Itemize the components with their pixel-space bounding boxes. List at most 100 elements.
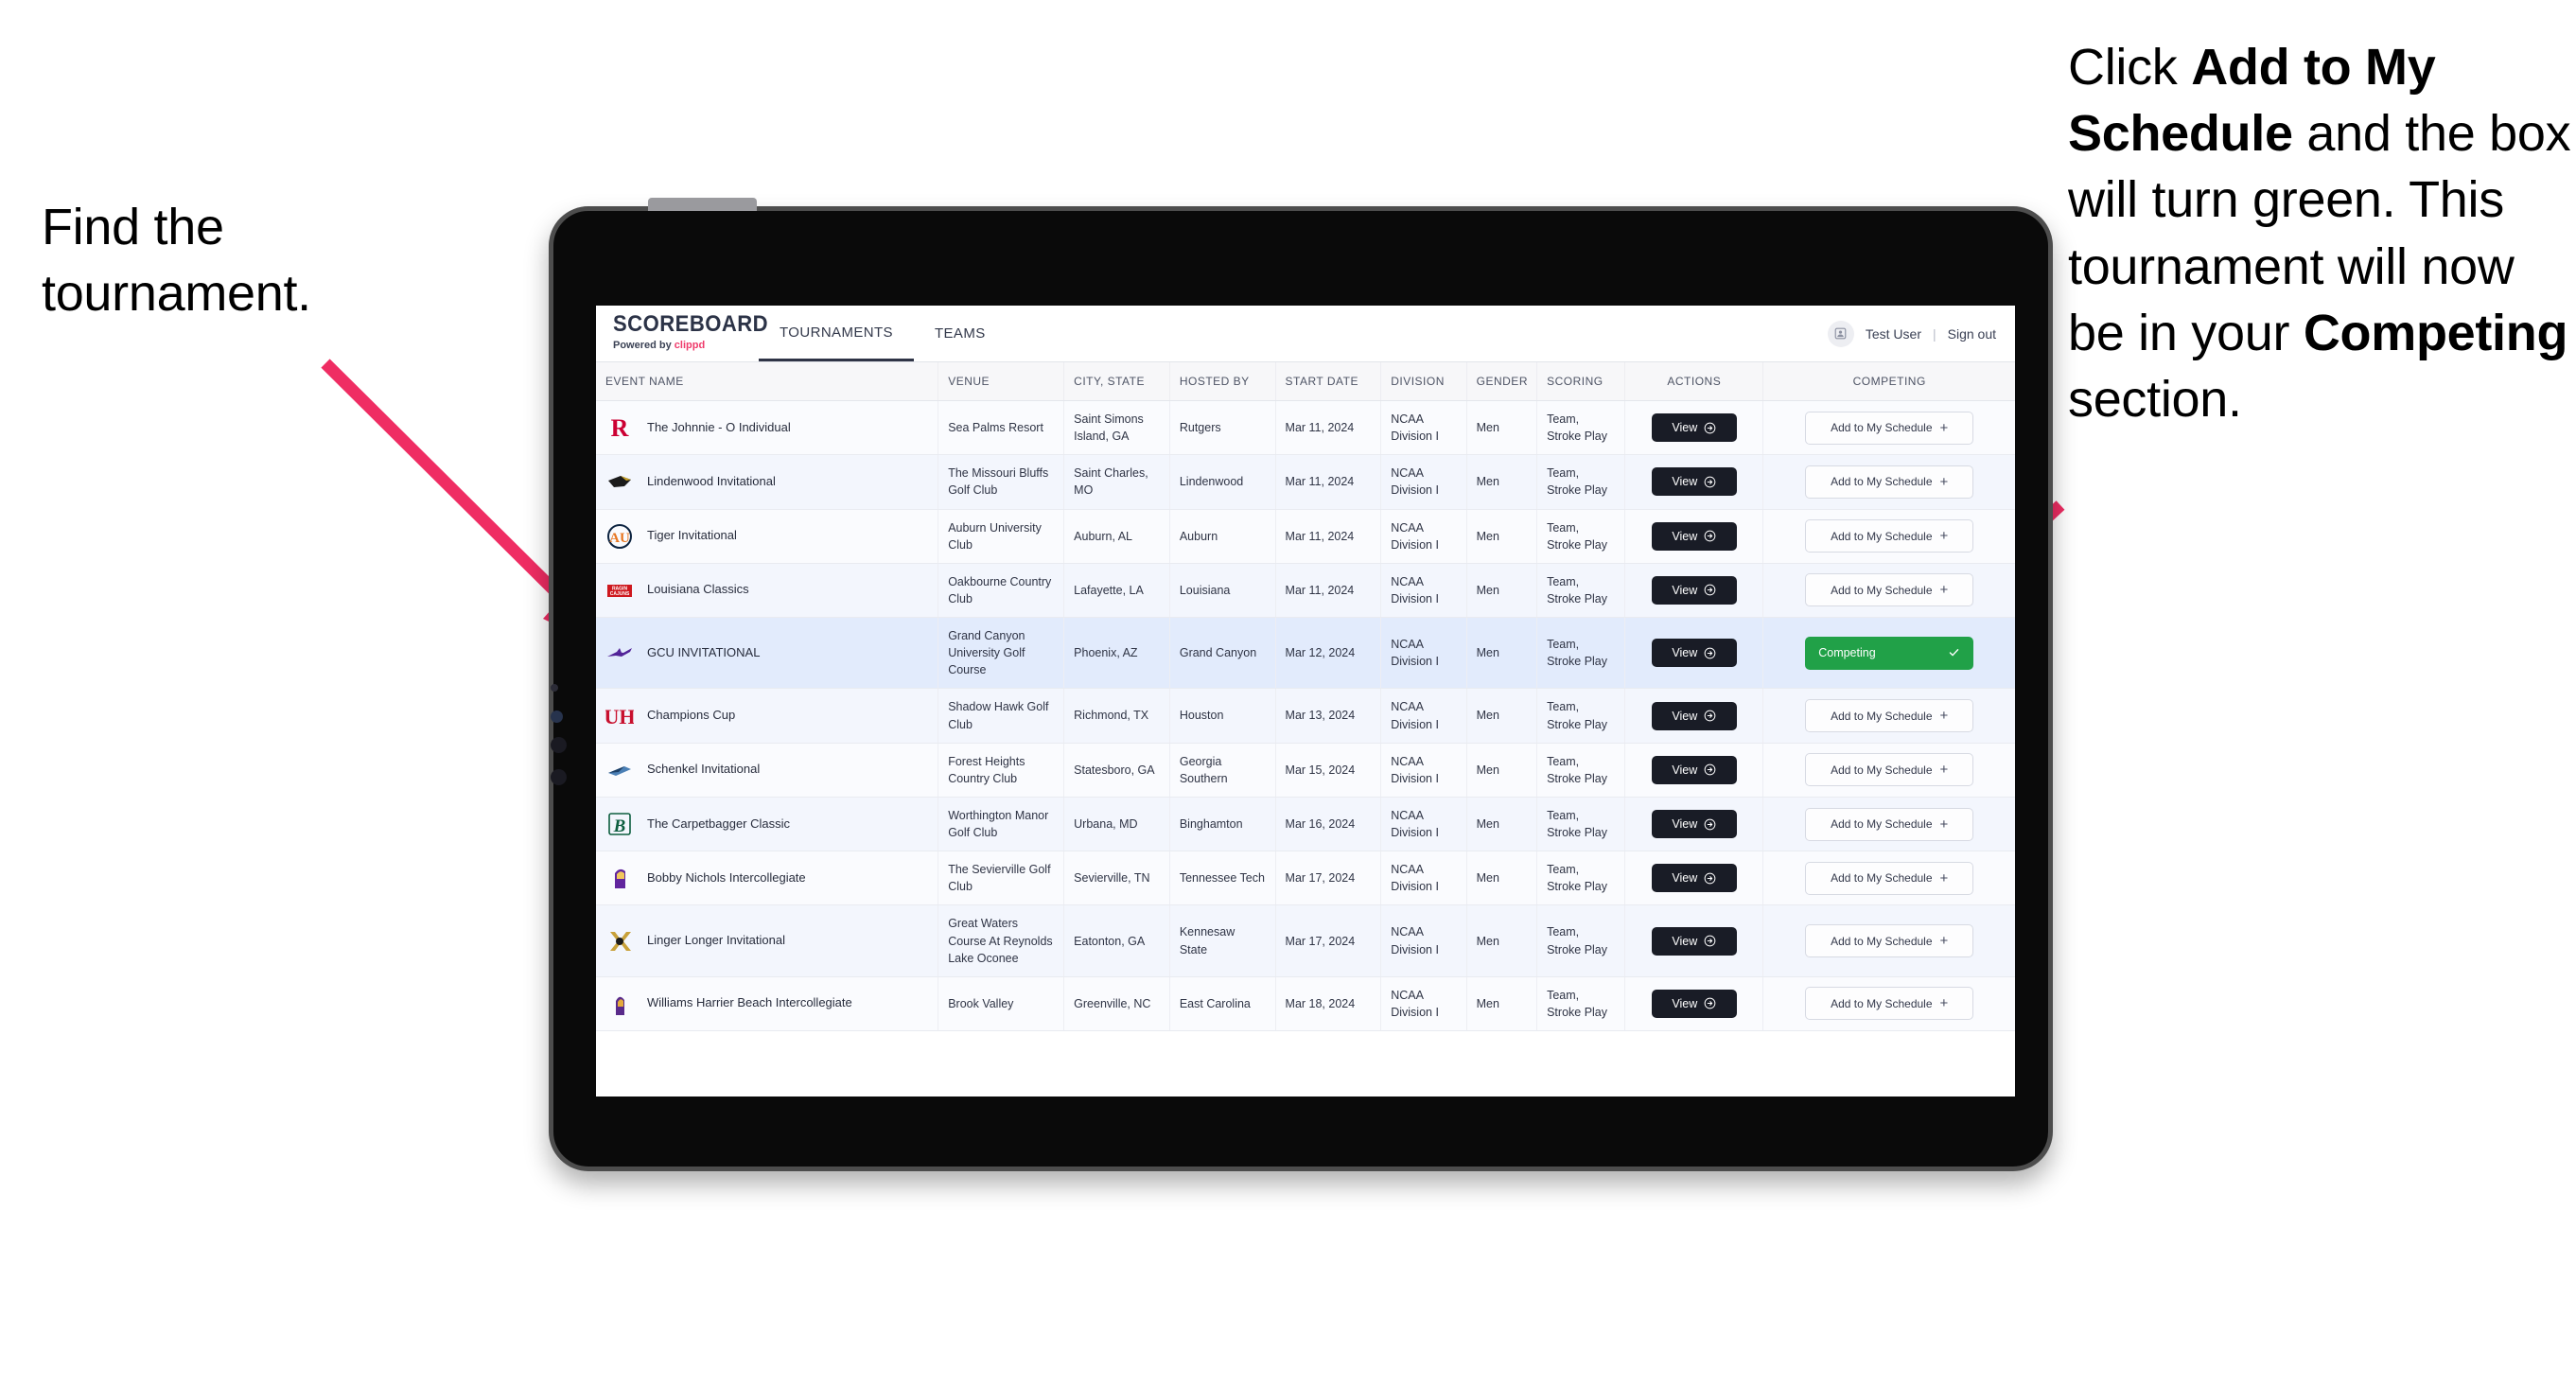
app-screen: SCOREBOARD Powered by clippd TOURNAMENTS… <box>596 306 2015 1097</box>
event-name-text: Tiger Invitational <box>647 528 737 543</box>
cell-city-state: Urbana, MD <box>1063 797 1170 852</box>
table-row[interactable]: RAGIN CAJUNS Louisiana Classics Oakbourne… <box>596 563 2015 619</box>
add-to-my-schedule-label: Add to My Schedule <box>1831 421 1933 435</box>
view-button[interactable]: View <box>1651 521 1737 551</box>
cell-scoring: Team, Stroke Play <box>1536 851 1626 906</box>
brand-logo[interactable]: SCOREBOARD Powered by clippd <box>596 306 768 361</box>
view-button[interactable]: View <box>1651 864 1737 893</box>
cell-gender: Men <box>1466 976 1538 1032</box>
add-to-my-schedule-button[interactable]: Add to My Schedule + <box>1805 861 1974 895</box>
add-to-my-schedule-button[interactable]: Add to My Schedule + <box>1805 519 1974 553</box>
sign-out-link[interactable]: Sign out <box>1948 326 1996 342</box>
view-button[interactable]: View <box>1651 755 1737 784</box>
cell-event-name: Lindenwood Invitational <box>596 454 939 510</box>
cell-venue: Great Waters Course At Reynolds Lake Oco… <box>938 904 1065 977</box>
table-row[interactable]: B The Carpetbagger Classic Worthington M… <box>596 797 2015 852</box>
col-scoring[interactable]: SCORING <box>1536 362 1626 401</box>
tab-teams[interactable]: TEAMS <box>914 306 1007 361</box>
cell-competing: Add to My Schedule + <box>1762 743 2015 798</box>
cell-division: NCAA Division I <box>1380 400 1467 456</box>
add-to-my-schedule-button[interactable]: Add to My Schedule + <box>1805 465 1974 499</box>
competing-button[interactable]: Competing <box>1805 636 1974 670</box>
add-to-my-schedule-button[interactable]: Add to My Schedule + <box>1805 987 1974 1021</box>
add-to-my-schedule-button[interactable]: Add to My Schedule + <box>1805 924 1974 958</box>
cell-venue: The Sevierville Golf Club <box>938 851 1065 906</box>
add-to-my-schedule-label: Add to My Schedule <box>1831 763 1933 777</box>
cell-start-date: Mar 13, 2024 <box>1275 688 1382 744</box>
cell-hosted-by: Grand Canyon <box>1169 617 1276 690</box>
plus-icon: + <box>1939 869 1949 886</box>
view-label: View <box>1672 871 1698 886</box>
col-venue[interactable]: VENUE <box>938 362 1065 401</box>
arrow-circle-right-icon <box>1704 935 1716 947</box>
event-name-text: The Johnnie - O Individual <box>647 419 791 434</box>
cell-event-name: B The Carpetbagger Classic <box>596 797 939 852</box>
annotation-right-seg1: Click <box>2068 39 2192 96</box>
cell-hosted-by: Georgia Southern <box>1169 743 1276 798</box>
tab-tournaments[interactable]: TOURNAMENTS <box>759 306 914 361</box>
table-row[interactable]: GCU INVITATIONAL Grand Canyon University… <box>596 617 2015 690</box>
view-button[interactable]: View <box>1651 575 1737 605</box>
binghamton-logo: B <box>605 810 634 838</box>
cell-city-state: Richmond, TX <box>1063 688 1170 744</box>
col-event-name[interactable]: EVENT NAME <box>596 362 939 401</box>
volume-button[interactable] <box>648 198 757 211</box>
header-user-area: Test User | Sign out <box>1827 306 2015 361</box>
cell-city-state: Lafayette, LA <box>1063 563 1170 619</box>
user-avatar-icon[interactable] <box>1827 320 1854 347</box>
add-to-my-schedule-button[interactable]: Add to My Schedule + <box>1805 753 1974 787</box>
cell-actions: View <box>1624 509 1764 564</box>
view-button[interactable]: View <box>1651 413 1737 443</box>
table-row[interactable]: Schenkel Invitational Forest Heights Cou… <box>596 743 2015 798</box>
view-label: View <box>1672 421 1698 435</box>
col-start-date[interactable]: START DATE <box>1275 362 1382 401</box>
cell-actions: View <box>1624 563 1764 619</box>
table-row[interactable]: Williams Harrier Beach Intercollegiate B… <box>596 976 2015 1032</box>
cell-event-name: UH Champions Cup <box>596 688 939 744</box>
cell-competing: Add to My Schedule + <box>1762 904 2015 977</box>
arrow-circle-right-icon <box>1704 422 1716 434</box>
tournaments-table-container[interactable]: EVENT NAME VENUE CITY, STATE HOSTED BY S… <box>596 362 2015 1097</box>
add-to-my-schedule-button[interactable]: Add to My Schedule + <box>1805 573 1974 607</box>
cell-scoring: Team, Stroke Play <box>1536 688 1626 744</box>
cell-competing: Competing <box>1762 617 2015 690</box>
table-row[interactable]: Bobby Nichols Intercollegiate The Sevier… <box>596 851 2015 906</box>
user-name[interactable]: Test User <box>1866 326 1921 342</box>
cell-division: NCAA Division I <box>1380 851 1467 906</box>
add-to-my-schedule-button[interactable]: Add to My Schedule + <box>1805 699 1974 732</box>
col-hosted-by[interactable]: HOSTED BY <box>1169 362 1276 401</box>
view-button[interactable]: View <box>1651 639 1737 668</box>
table-row[interactable]: Linger Longer Invitational Great Waters … <box>596 904 2015 977</box>
add-to-my-schedule-button[interactable]: Add to My Schedule + <box>1805 807 1974 841</box>
cell-event-name: Linger Longer Invitational <box>596 904 939 977</box>
event-name-text: GCU INVITATIONAL <box>647 644 761 659</box>
device-side-dot <box>551 711 563 723</box>
arrow-circle-right-icon <box>1704 763 1716 776</box>
col-gender[interactable]: GENDER <box>1466 362 1538 401</box>
annotation-left-line1: Find the <box>42 199 224 255</box>
table-row[interactable]: UH Champions Cup Shadow Hawk Golf Club R… <box>596 688 2015 744</box>
view-button[interactable]: View <box>1651 701 1737 730</box>
cell-city-state: Statesboro, GA <box>1063 743 1170 798</box>
col-city-state[interactable]: CITY, STATE <box>1063 362 1170 401</box>
plus-icon: + <box>1939 419 1949 436</box>
view-button[interactable]: View <box>1651 989 1737 1018</box>
table-row[interactable]: AU Tiger Invitational Auburn University … <box>596 509 2015 564</box>
add-to-my-schedule-button[interactable]: Add to My Schedule + <box>1805 411 1974 445</box>
device-side-dot <box>551 737 567 753</box>
cell-competing: Add to My Schedule + <box>1762 851 2015 906</box>
col-division[interactable]: DIVISION <box>1380 362 1467 401</box>
annotation-left: Find the tournament. <box>42 194 486 326</box>
cell-venue: The Missouri Bluffs Golf Club <box>938 454 1065 510</box>
cell-division: NCAA Division I <box>1380 797 1467 852</box>
table-row[interactable]: Lindenwood Invitational The Missouri Blu… <box>596 454 2015 510</box>
device-side-dot <box>551 769 567 785</box>
view-button[interactable]: View <box>1651 810 1737 838</box>
svg-text:R: R <box>611 414 629 442</box>
view-button[interactable]: View <box>1651 926 1737 956</box>
view-button[interactable]: View <box>1651 467 1737 497</box>
arrow-circle-right-icon <box>1704 872 1716 885</box>
table-row[interactable]: R The Johnnie - O Individual Sea Palms R… <box>596 400 2015 456</box>
plus-icon: + <box>1939 582 1949 599</box>
cell-hosted-by: East Carolina <box>1169 976 1276 1032</box>
